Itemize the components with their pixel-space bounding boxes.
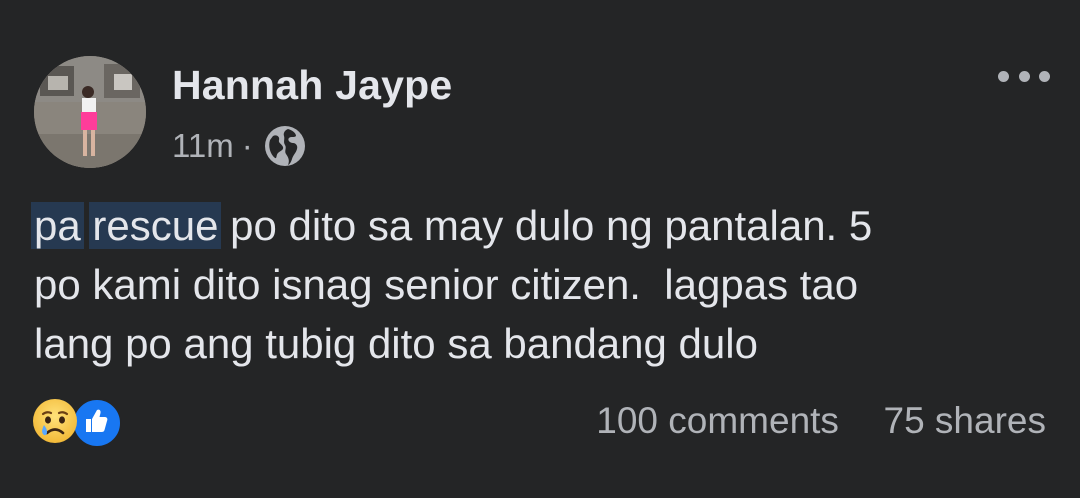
like-reaction-icon <box>72 398 122 448</box>
more-dot <box>1018 70 1030 82</box>
comments-count[interactable]: 100 comments <box>596 400 839 441</box>
more-dot <box>1039 70 1050 82</box>
author-name[interactable]: Hannah Jaype <box>172 62 452 109</box>
facebook-post: Hannah Jaype 11m · pa rescue po dito sa … <box>0 0 1080 498</box>
sad-reaction-icon <box>32 398 78 444</box>
globe-icon <box>263 124 307 168</box>
post-text-segment: po dito sa may dulo ng pantalan. 5 <box>218 202 873 249</box>
engagement-counts: 100 comments 75 shares <box>596 400 1046 442</box>
more-options-icon[interactable] <box>998 66 1050 86</box>
post-text-line: po kami dito isnag senior citizen. lagpa… <box>34 261 859 308</box>
highlighted-word: pa <box>31 202 84 249</box>
post-timestamp[interactable]: 11m <box>172 127 234 165</box>
post-text-line: lang po ang tubig dito sa bandang dulo <box>34 320 758 367</box>
reactions-summary[interactable] <box>32 398 132 448</box>
shares-count[interactable]: 75 shares <box>884 400 1047 441</box>
avatar-photo <box>34 56 146 168</box>
meta-separator: · <box>241 127 253 164</box>
post-body: pa rescue po dito sa may dulo ng pantala… <box>31 196 1054 373</box>
more-dot <box>998 70 1009 82</box>
post-meta: 11m · <box>172 123 307 169</box>
highlighted-word: rescue <box>89 202 222 249</box>
post-text-line: pa rescue po dito sa may dulo ng pantala… <box>31 196 1054 255</box>
author-avatar[interactable] <box>34 56 146 168</box>
